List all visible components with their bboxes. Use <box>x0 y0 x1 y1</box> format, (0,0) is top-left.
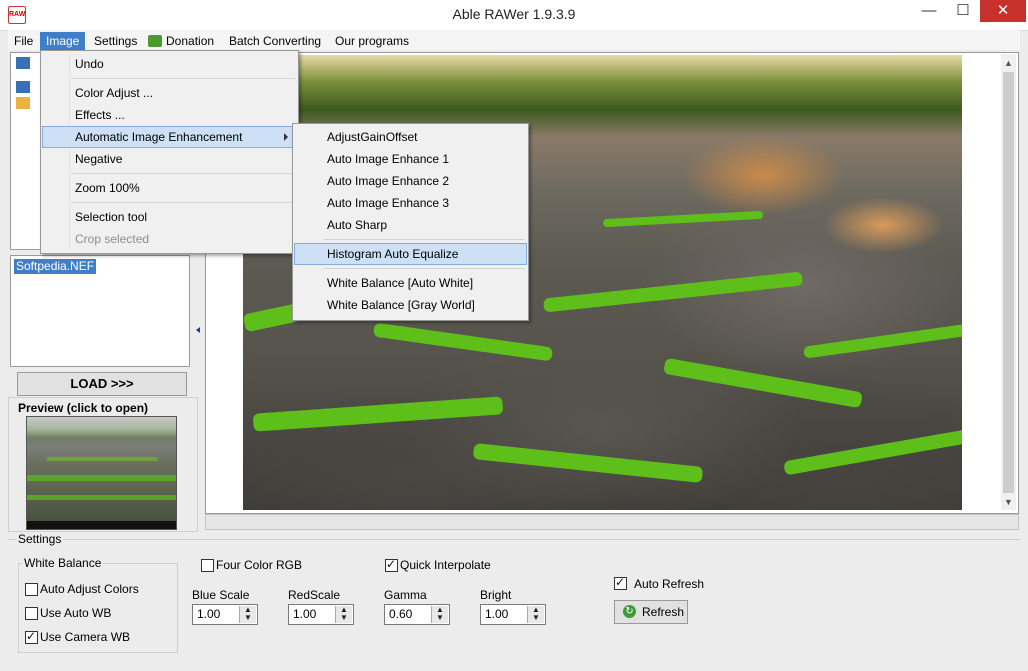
enhancement-submenu: AdjustGainOffset Auto Image Enhance 1 Au… <box>292 123 529 321</box>
submenu-item-wb-auto-white[interactable]: White Balance [Auto White] <box>294 272 527 294</box>
submenu-item-auto-enhance-3[interactable]: Auto Image Enhance 3 <box>294 192 527 214</box>
four-color-rgb-checkbox[interactable] <box>201 559 214 572</box>
submenu-item-histogram-auto-equalize[interactable]: Histogram Auto Equalize <box>294 243 527 265</box>
menu-item-selection-tool[interactable]: Selection tool <box>42 206 297 228</box>
stepper-arrows-icon[interactable]: ▲ ▼ <box>335 606 352 623</box>
quick-interpolate-checkbox[interactable] <box>385 557 398 572</box>
menu-our-programs[interactable]: Our programs <box>329 32 415 50</box>
auto-adjust-colors-label: Auto Adjust Colors <box>40 582 139 596</box>
folder-icon <box>16 97 30 109</box>
submenu-item-adjust-gain-offset[interactable]: AdjustGainOffset <box>294 126 527 148</box>
window-title: Able RAWer 1.9.3.9 <box>452 6 576 22</box>
menu-item-color-adjust[interactable]: Color Adjust ... <box>42 82 297 104</box>
menu-settings[interactable]: Settings <box>88 32 143 50</box>
submenu-item-auto-enhance-2[interactable]: Auto Image Enhance 2 <box>294 170 527 192</box>
auto-refresh-label: Auto Refresh <box>634 577 705 591</box>
refresh-button-label: Refresh <box>642 605 685 619</box>
menu-item-zoom[interactable]: Zoom 100% <box>42 177 297 199</box>
settings-label: Settings <box>16 532 64 546</box>
menu-donation[interactable]: Donation <box>142 32 220 50</box>
menu-image[interactable]: Image <box>40 32 86 50</box>
close-button[interactable]: ✕ <box>980 0 1026 22</box>
menu-item-automatic-image-enhancement-label: Automatic Image Enhancement <box>75 130 243 144</box>
file-list-item-selected[interactable]: Softpedia.NEF <box>14 259 97 274</box>
use-camera-wb-label: Use Camera WB <box>40 630 131 644</box>
red-scale-value[interactable]: 1.00 <box>293 607 316 621</box>
blue-scale-value[interactable]: 1.00 <box>197 607 220 621</box>
menu-bar: File Image Settings Donation Batch Conve… <box>8 30 1020 50</box>
red-scale-stepper[interactable]: 1.00 ▲ ▼ <box>288 604 354 625</box>
red-scale-label: RedScale <box>288 588 341 602</box>
drive-icon <box>16 57 30 69</box>
gamma-stepper[interactable]: 0.60 ▲ ▼ <box>384 604 450 625</box>
load-button[interactable]: LOAD >>> <box>17 372 187 396</box>
stepper-arrows-icon[interactable]: ▲ ▼ <box>431 606 448 623</box>
quick-interpolate-label: Quick Interpolate <box>400 558 491 572</box>
donation-icon <box>148 35 162 47</box>
refresh-icon: ↻ <box>623 605 636 618</box>
minimize-button[interactable]: — <box>912 0 946 22</box>
file-list[interactable]: Softpedia.NEF <box>10 255 190 367</box>
bright-label: Bright <box>480 588 512 602</box>
preview-image <box>27 417 176 521</box>
menu-donation-label: Donation <box>166 34 215 48</box>
menu-item-effects[interactable]: Effects ... <box>42 104 297 126</box>
menu-batch-converting[interactable]: Batch Converting <box>223 32 327 50</box>
menu-file[interactable]: File <box>8 32 39 50</box>
menu-item-undo[interactable]: Undo <box>42 53 297 75</box>
submenu-item-wb-gray-world[interactable]: White Balance [Gray World] <box>294 294 527 316</box>
gamma-value[interactable]: 0.60 <box>389 607 412 621</box>
white-balance-label: White Balance <box>22 556 104 570</box>
scroll-down-arrow-icon[interactable]: ▼ <box>1001 495 1016 509</box>
use-auto-wb-checkbox[interactable] <box>25 607 38 620</box>
use-camera-wb-checkbox[interactable] <box>25 629 38 644</box>
menu-item-automatic-image-enhancement[interactable]: Automatic Image Enhancement <box>42 126 297 148</box>
stepper-arrows-icon[interactable]: ▲ ▼ <box>239 606 256 623</box>
scroll-up-arrow-icon[interactable]: ▲ <box>1001 56 1016 70</box>
gamma-label: Gamma <box>384 588 427 602</box>
blue-scale-label: Blue Scale <box>192 588 250 602</box>
preview-label: Preview (click to open) <box>18 401 149 415</box>
submenu-arrow-icon <box>284 133 288 141</box>
menu-item-negative[interactable]: Negative <box>42 148 297 170</box>
submenu-item-auto-sharp[interactable]: Auto Sharp <box>294 214 527 236</box>
bright-value[interactable]: 1.00 <box>485 607 508 621</box>
preview-thumbnail[interactable] <box>26 416 177 530</box>
blue-scale-stepper[interactable]: 1.00 ▲ ▼ <box>192 604 258 625</box>
refresh-button[interactable]: ↻ Refresh <box>614 600 688 624</box>
stepper-arrows-icon[interactable]: ▲ ▼ <box>527 606 544 623</box>
image-menu: Undo Color Adjust ... Effects ... Automa… <box>40 50 299 254</box>
maximize-button[interactable]: ☐ <box>946 0 980 22</box>
bright-stepper[interactable]: 1.00 ▲ ▼ <box>480 604 546 625</box>
menu-item-crop-selected: Crop selected <box>75 232 150 246</box>
drive-icon <box>16 81 30 93</box>
use-auto-wb-label: Use Auto WB <box>40 606 112 620</box>
auto-refresh-checkbox[interactable] <box>614 575 627 590</box>
vertical-scroll-thumb[interactable] <box>1003 72 1014 493</box>
submenu-item-auto-enhance-1[interactable]: Auto Image Enhance 1 <box>294 148 527 170</box>
horizontal-scrollbar[interactable] <box>205 514 1019 530</box>
collapse-arrow-icon[interactable] <box>196 327 200 333</box>
four-color-rgb-label: Four Color RGB <box>216 558 303 572</box>
auto-adjust-colors-checkbox[interactable] <box>25 583 38 596</box>
